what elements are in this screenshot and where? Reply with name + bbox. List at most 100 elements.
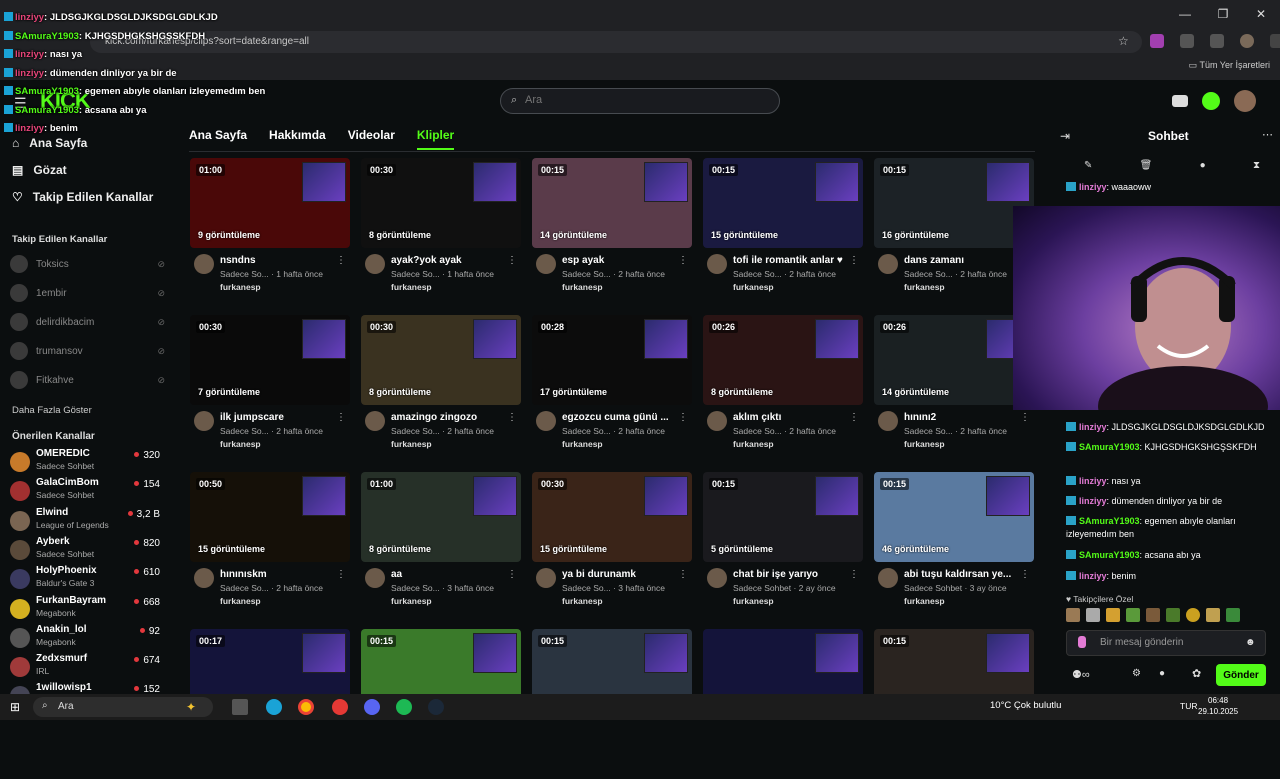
emote-icon[interactable] — [1126, 608, 1140, 622]
clip-title[interactable]: abi tuşu kaldırsan ye... — [904, 569, 1019, 580]
kick-k-icon[interactable] — [1202, 92, 1220, 110]
clip-user[interactable]: furkanesp — [391, 596, 432, 606]
chat-options-icon[interactable]: ⋯ — [1262, 128, 1273, 141]
clock[interactable]: 06:48 29.10.2025 — [1198, 695, 1238, 717]
followed-channel[interactable]: 1embir ⊘ — [10, 283, 165, 303]
clip-thumbnail[interactable]: 00:26 14 görüntüleme — [874, 315, 1034, 405]
clip-user[interactable]: furkanesp — [904, 439, 945, 449]
all-bookmarks[interactable]: ▭ Tüm Yer İşaretleri — [1189, 60, 1270, 71]
settings-icon[interactable]: ⚙ — [1132, 668, 1141, 679]
clip-card[interactable]: 00:26 14 görüntüleme hınını2 ⋮ Sadece So... … — [874, 315, 1034, 465]
clip-thumbnail[interactable]: 00:15 14 görüntüleme — [532, 158, 692, 248]
clip-user[interactable]: furkanesp — [220, 282, 261, 292]
chat-username[interactable]: linziyy — [1079, 182, 1107, 192]
users-icon[interactable]: ⚉∞ — [1072, 669, 1090, 681]
emoji-icon[interactable]: ☻ — [1245, 637, 1256, 648]
clip-card[interactable]: 00:28 17 görüntüleme egzozcu cuma günü ...… — [532, 315, 692, 465]
clip-card[interactable]: 00:1516 görüntülemedans zamanı⋮Sadece So… — [874, 158, 1034, 308]
more-options-icon[interactable]: ⋮ — [336, 569, 346, 580]
clip-title[interactable]: esp ayak — [562, 255, 677, 266]
emote-icon[interactable] — [1086, 608, 1100, 622]
tab-clips[interactable]: Klipler — [416, 128, 455, 150]
chat-username[interactable]: SAmuraY1903 — [1079, 516, 1140, 526]
more-options-icon[interactable]: ⋮ — [678, 569, 688, 580]
clip-card[interactable]: 00:15 5 görüntüleme chat bir işe yarıyo ⋮ Sa… — [703, 472, 863, 622]
extension-icon[interactable] — [1150, 34, 1164, 48]
clip-thumbnail[interactable]: 00:15 5 görüntüleme — [703, 472, 863, 562]
clip-card[interactable]: 00:30 7 görüntüleme ilk jumpscare ⋮ Sadece S… — [190, 315, 350, 465]
clip-user[interactable]: furkanesp — [904, 596, 945, 606]
bubble-icon[interactable]: ● — [1200, 160, 1206, 171]
recommended-channel[interactable]: Anakin_lol Megabonk 92 — [10, 624, 160, 650]
followed-channel[interactable]: Fitkahve ⊘ — [10, 370, 165, 390]
more-options-icon[interactable]: ⋮ — [849, 255, 859, 266]
emote-icon[interactable] — [1226, 608, 1240, 622]
pin-icon[interactable]: ✎ — [1084, 160, 1092, 171]
clip-user[interactable]: furkanesp — [391, 282, 432, 292]
search-input[interactable] — [525, 94, 765, 106]
clip-thumbnail[interactable]: 00:15 16 görüntüleme — [874, 158, 1034, 248]
clip-card[interactable]: 00:15 46 görüntüleme abi tuşu kaldırsan ye… — [874, 472, 1034, 622]
clip-user[interactable]: furkanesp — [562, 282, 603, 292]
more-options-icon[interactable]: ⋮ — [336, 255, 346, 266]
more-options-icon[interactable]: ⋮ — [678, 255, 688, 266]
maximize-button[interactable]: ❐ — [1204, 0, 1242, 28]
clip-card[interactable]: 00:30 8 görüntüleme ayak?yok ayak ⋮ Sadece S… — [361, 158, 521, 308]
clip-title[interactable]: ilk jumpscare — [220, 412, 335, 423]
clip-title[interactable]: hınınıskm — [220, 569, 335, 580]
recommended-channel[interactable]: Elwind League of Legends 3,2 B — [10, 507, 160, 533]
clip-user[interactable]: furkanesp — [562, 439, 603, 449]
clip-user[interactable]: furkanesp — [220, 596, 261, 606]
clip-title[interactable]: hınını2 — [904, 412, 1019, 423]
task-view-icon[interactable] — [232, 699, 248, 715]
clip-thumbnail[interactable]: 00:30 15 görüntüleme — [532, 472, 692, 562]
chat-username[interactable]: linziyy — [1079, 422, 1107, 432]
emote-icon[interactable] — [1206, 608, 1220, 622]
clip-title[interactable]: aa — [391, 569, 506, 580]
puzzle-icon[interactable] — [1180, 34, 1194, 48]
gift-icon[interactable]: ✿ — [1192, 667, 1201, 680]
clip-thumbnail[interactable]: 01:00 8 görüntüleme — [361, 472, 521, 562]
nav-home[interactable]: ⌂ Ana Sayfa — [12, 136, 87, 150]
clip-card[interactable]: 00:50 15 görüntüleme hınınıskm ⋮ Sadece So..… — [190, 472, 350, 622]
clip-card[interactable]: 00:30 8 görüntüleme amazingo zingozo ⋮ Sadec… — [361, 315, 521, 465]
followed-channel[interactable]: Toksics ⊘ — [10, 254, 165, 274]
clip-user[interactable]: furkanesp — [733, 596, 774, 606]
trash-icon[interactable]: 🗑 — [1140, 160, 1153, 171]
search-box[interactable]: ⌕ — [500, 88, 780, 114]
clip-card[interactable]: 00:15 14 görüntüleme esp ayak ⋮ Sadece So...… — [532, 158, 692, 308]
emote-icon[interactable] — [1106, 608, 1120, 622]
more-options-icon[interactable]: ⋮ — [507, 412, 517, 423]
clip-user[interactable]: furkanesp — [562, 596, 603, 606]
clip-title[interactable]: aklım çıktı — [733, 412, 848, 423]
weather[interactable]: 10°C Çok bulutlu — [990, 700, 1061, 711]
taskbar-search-text[interactable]: Ara — [58, 701, 74, 712]
clip-thumbnail[interactable]: 00:30 8 görüntüleme — [361, 315, 521, 405]
clip-card[interactable]: 00:30 15 görüntüleme ya bi durunamk ⋮ Sadece… — [532, 472, 692, 622]
clip-card[interactable]: 00:26 8 görüntüleme aklım çıktı ⋮ Sadece So.… — [703, 315, 863, 465]
more-options-icon[interactable]: ⋮ — [1020, 569, 1030, 580]
more-options-icon[interactable]: ⋮ — [849, 569, 859, 580]
clip-thumbnail[interactable]: 00:50 15 görüntüleme — [190, 472, 350, 562]
media-icon[interactable] — [1210, 34, 1224, 48]
clip-user[interactable]: furkanesp — [220, 439, 261, 449]
chat-username[interactable]: linziyy — [1079, 571, 1107, 581]
clip-title[interactable]: dans zamanı — [904, 255, 1019, 266]
recommended-channel[interactable]: GalaCimBom Sadece Sohbet 154 — [10, 477, 160, 503]
chat-input-placeholder[interactable]: Bir mesaj gönderin — [1100, 637, 1183, 648]
clip-thumbnail[interactable]: 00:30 7 görüntüleme — [190, 315, 350, 405]
recommended-channel[interactable]: OMEREDIC Sadece Sohbet 320 — [10, 448, 160, 474]
chat-username[interactable]: SAmuraY1903 — [1079, 442, 1140, 452]
steam-icon[interactable] — [428, 699, 444, 715]
clip-thumbnail[interactable]: 01:00 9 görüntüleme — [190, 158, 350, 248]
clip-user[interactable]: furkanesp — [733, 282, 774, 292]
recommended-channel[interactable]: Zedxsmurf IRL 674 — [10, 653, 160, 679]
collapse-chat-icon[interactable]: ⇥ — [1060, 129, 1070, 143]
clip-user[interactable]: furkanesp — [391, 439, 432, 449]
more-options-icon[interactable]: ⋮ — [1020, 412, 1030, 423]
clip-thumbnail[interactable]: 00:26 8 görüntüleme — [703, 315, 863, 405]
more-options-icon[interactable]: ⋮ — [507, 255, 517, 266]
nav-following[interactable]: ♡ Takip Edilen Kanallar — [12, 190, 153, 204]
clip-card[interactable]: 01:00 9 görüntüleme nsndns ⋮ Sadece So... · … — [190, 158, 350, 308]
chat-username[interactable]: SAmuraY1903 — [1079, 550, 1140, 560]
